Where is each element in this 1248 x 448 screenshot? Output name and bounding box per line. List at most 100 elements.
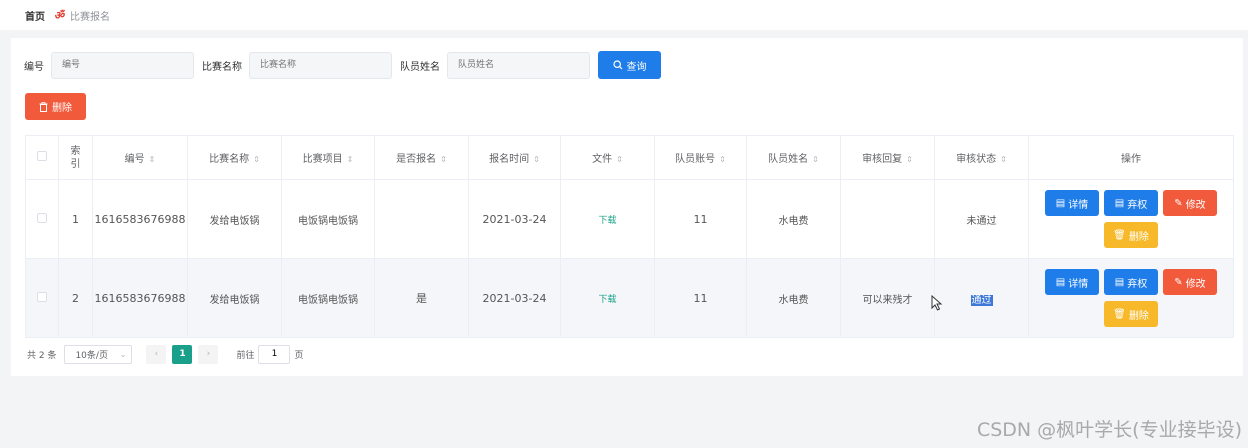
mouse-cursor-icon xyxy=(931,295,943,311)
goto-page-input[interactable] xyxy=(258,344,291,364)
cell-code: 1616583676988 xyxy=(92,179,188,259)
row-checkbox[interactable] xyxy=(37,212,47,223)
abstain-button[interactable]: ▤ 弃权 xyxy=(1104,190,1158,216)
pencil-icon: ✎ xyxy=(1174,197,1183,209)
sort-icon[interactable]: ⇕ xyxy=(149,155,156,164)
pagination-total: 共 2 条 xyxy=(27,350,57,361)
delete-button[interactable]: 🗑 删除 xyxy=(1104,301,1158,327)
sort-icon[interactable]: ⇕ xyxy=(719,155,726,164)
sort-icon[interactable]: ⇕ xyxy=(812,155,819,164)
edit-button[interactable]: ✎ 修改 xyxy=(1163,269,1217,295)
row-checkbox[interactable] xyxy=(37,291,47,302)
sort-icon[interactable]: ⇕ xyxy=(440,155,447,164)
next-page-button[interactable]: › xyxy=(198,344,219,364)
chevron-left-icon: ‹ xyxy=(154,349,159,359)
download-link[interactable]: 下载 xyxy=(598,216,616,226)
page-size-select[interactable]: 10条/页 ⌄ xyxy=(64,344,133,364)
breadcrumb: 首页 ॐ 比赛报名 xyxy=(0,0,1248,30)
download-link[interactable]: 下载 xyxy=(598,295,616,305)
trash-icon: 🗑 xyxy=(1113,308,1126,320)
cell-account: 11 xyxy=(654,179,747,259)
prev-page-button[interactable]: ‹ xyxy=(146,344,167,364)
sort-icon[interactable]: ⇕ xyxy=(253,155,260,164)
document-icon: ▤ xyxy=(1055,197,1066,209)
col-match-item[interactable]: 比赛项目 ⇕ xyxy=(281,135,375,180)
cell-match-item: 电饭锅电饭锅 xyxy=(281,258,375,338)
col-match-name[interactable]: 比赛名称 ⇕ xyxy=(187,135,282,180)
cell-file: 下载 xyxy=(560,179,655,259)
cell-time: 2021-03-24 xyxy=(468,258,561,338)
cell-match-name: 发给电饭锅 xyxy=(187,258,282,338)
search-icon xyxy=(612,60,622,70)
cell-signed xyxy=(374,179,469,259)
page-number-current[interactable]: 1 xyxy=(172,344,193,364)
goto-label: 前往 xyxy=(236,350,255,361)
cell-account: 11 xyxy=(654,258,747,338)
main-card: 编号 比赛名称 队员姓名 查询 删除 索引 编号⇕ 比赛名称⇕ 比赛项目⇕ 是否… xyxy=(11,38,1243,376)
code-label: 编号 xyxy=(24,61,44,73)
pencil-icon: ✎ xyxy=(1174,276,1183,288)
breadcrumb-home[interactable]: 首页 xyxy=(25,8,45,23)
sort-icon[interactable]: ⇕ xyxy=(1000,155,1007,164)
document-icon: ▤ xyxy=(1114,197,1125,209)
chevron-right-icon: › xyxy=(206,349,211,359)
table-row: 1 1616583676988 发给电饭锅 电饭锅电饭锅 2021-03-24 … xyxy=(25,179,1234,259)
cell-signed: 是 xyxy=(374,258,469,338)
sort-icon[interactable]: ⇕ xyxy=(906,155,913,164)
cell-reply xyxy=(840,179,935,259)
document-icon: ▤ xyxy=(1055,276,1066,288)
query-button[interactable]: 查询 xyxy=(598,51,661,79)
document-icon: ▤ xyxy=(1114,276,1125,288)
detail-button[interactable]: ▤ 详情 xyxy=(1045,269,1099,295)
cell-actions: ▤ 详情 ▤ 弃权 ✎ 修改 🗑 删除 xyxy=(1028,258,1234,338)
flame-icon: ॐ xyxy=(54,8,65,22)
select-all-checkbox[interactable] xyxy=(37,151,47,161)
trash-icon: 🗑 xyxy=(1113,229,1126,241)
sort-icon[interactable]: ⇕ xyxy=(616,155,623,164)
cell-status: 未通过 xyxy=(934,179,1029,259)
member-name-label: 队员姓名 xyxy=(400,61,440,73)
watermark: CSDN @枫叶学长(专业接毕设) xyxy=(976,419,1242,441)
col-signed[interactable]: 是否报名 ⇕ xyxy=(374,135,469,180)
col-index: 索引 xyxy=(58,135,93,180)
col-code[interactable]: 编号 ⇕ xyxy=(92,135,188,180)
cell-match-item: 电饭锅电饭锅 xyxy=(281,179,375,259)
abstain-button[interactable]: ▤ 弃权 xyxy=(1104,269,1158,295)
col-time[interactable]: 报名时间 ⇕ xyxy=(468,135,561,180)
col-reply[interactable]: 审核回复 ⇕ xyxy=(840,135,935,180)
cell-index: 1 xyxy=(58,179,93,259)
cell-member: 水电费 xyxy=(746,258,841,338)
cell-reply: 可以来残才 xyxy=(840,258,935,338)
col-member[interactable]: 队员姓名 ⇕ xyxy=(746,135,841,180)
page-suffix: 页 xyxy=(294,350,304,361)
signup-table: 索引 编号 ⇕ 比赛名称 ⇕ 比赛项目 ⇕ 是否报名 ⇕ 报名时间 ⇕ 文件 ⇕ 队员账号 ⇕… xyxy=(25,135,1234,338)
sort-icon[interactable]: ⇕ xyxy=(347,155,354,164)
cell-status: 通过 xyxy=(934,258,1029,338)
chevron-down-icon: ⌄ xyxy=(119,349,127,359)
cell-time: 2021-03-24 xyxy=(468,179,561,259)
search-form: 编号 比赛名称 队员姓名 查询 xyxy=(24,51,661,79)
select-all-cell xyxy=(25,135,59,180)
cell-member: 水电费 xyxy=(746,179,841,259)
match-name-label: 比赛名称 xyxy=(202,61,242,73)
col-actions: 操作 xyxy=(1028,135,1234,180)
cell-code: 1616583676988 xyxy=(92,258,188,338)
query-label: 查询 xyxy=(626,61,647,73)
selected-status-text: 通过 xyxy=(970,294,993,306)
cell-file: 下载 xyxy=(560,258,655,338)
col-file[interactable]: 文件 ⇕ xyxy=(560,135,655,180)
edit-button[interactable]: ✎ 修改 xyxy=(1163,190,1217,216)
batch-delete-button[interactable]: 删除 xyxy=(25,93,86,120)
member-name-input[interactable] xyxy=(447,51,590,79)
detail-button[interactable]: ▤ 详情 xyxy=(1045,190,1099,216)
code-input[interactable] xyxy=(51,51,194,79)
batch-delete-label: 删除 xyxy=(52,103,72,114)
delete-button[interactable]: 🗑 删除 xyxy=(1104,222,1158,248)
col-status[interactable]: 审核状态 ⇕ xyxy=(934,135,1029,180)
col-account[interactable]: 队员账号 ⇕ xyxy=(654,135,747,180)
trash-icon xyxy=(39,101,48,112)
cell-match-name: 发给电饭锅 xyxy=(187,179,282,259)
table-row: 2 1616583676988 发给电饭锅 电饭锅电饭锅 是 2021-03-2… xyxy=(25,258,1234,338)
sort-icon[interactable]: ⇕ xyxy=(533,155,540,164)
match-name-input[interactable] xyxy=(249,51,392,79)
